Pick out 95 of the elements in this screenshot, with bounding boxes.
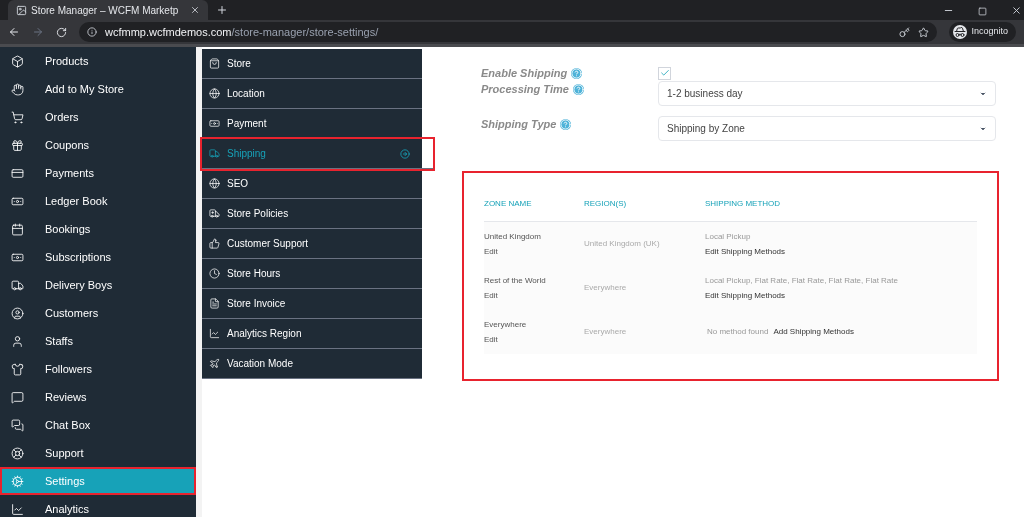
column-header: REGION(S) xyxy=(584,198,628,210)
back-icon[interactable] xyxy=(8,26,20,38)
settings-tab[interactable]: Vacation Mode xyxy=(202,349,422,379)
enable-shipping-checkbox[interactable] xyxy=(658,66,671,80)
sidebar-item[interactable]: Coupons xyxy=(0,131,196,159)
sidebar-item[interactable]: Chat Box xyxy=(0,411,196,439)
sidebar-item[interactable]: Customers xyxy=(0,299,196,327)
zone-name: Rest of the World xyxy=(484,274,547,287)
edit-link[interactable]: Edit xyxy=(484,333,498,346)
gift-icon xyxy=(11,138,24,152)
settings-tab[interactable]: Store Invoice xyxy=(202,289,422,319)
edit-methods-link[interactable]: Edit Shipping Methods xyxy=(705,245,786,258)
settings-icon xyxy=(11,474,24,488)
edit-methods-link[interactable]: Edit Shipping Methods xyxy=(705,289,786,302)
edit-link[interactable]: Edit xyxy=(484,289,498,302)
settings-tab[interactable]: Location xyxy=(202,79,422,109)
sidebar-item[interactable]: Followers xyxy=(0,355,196,383)
truck-icon xyxy=(11,278,24,292)
sidebar-item[interactable]: Analytics xyxy=(0,495,196,517)
lifebuoy-icon xyxy=(11,446,24,460)
truck-icon xyxy=(209,148,220,159)
incognito-icon xyxy=(953,25,968,39)
key-icon[interactable] xyxy=(899,26,911,38)
sidebar-item[interactable]: Add to My Store xyxy=(0,75,196,103)
sidebar-item[interactable]: Delivery Boys xyxy=(0,271,196,299)
column-header: ZONE NAME xyxy=(484,198,533,210)
sidebar-item[interactable]: Staffs xyxy=(0,327,196,355)
add-methods-link[interactable]: Add Shipping Methods xyxy=(773,326,854,338)
zone-name: Everywhere xyxy=(484,318,528,331)
sidebar-item[interactable]: Subscriptions xyxy=(0,243,196,271)
region-cell-text: Everywhere xyxy=(584,326,628,338)
methods-list: Local Pickup, Flat Rate, Flat Rate, Flat Rate, Flat Rate xyxy=(705,274,898,287)
sidebar-item[interactable]: Payments xyxy=(0,159,196,187)
zone-name: United Kingdom xyxy=(484,230,542,243)
methods-list: Local Pickup xyxy=(705,230,751,243)
plane-icon xyxy=(209,358,220,369)
field-label: Processing Time xyxy=(481,81,658,98)
globe-icon xyxy=(209,178,220,189)
settings-tab[interactable]: Customer Support xyxy=(202,229,422,259)
arrow-circle-icon xyxy=(400,148,410,159)
settings-tab[interactable]: Analytics Region xyxy=(202,319,422,349)
credit-card-icon xyxy=(11,166,24,180)
url-text: wcfmmp.wcfmdemos.com/store-manager/store-settings/ xyxy=(105,24,379,40)
tab-title: Store Manager – WCFM Marketp xyxy=(31,3,180,18)
star-icon[interactable] xyxy=(918,26,930,38)
address-bar[interactable]: wcfmmp.wcfmdemos.com/store-manager/store-settings/ xyxy=(79,22,938,42)
ambulance-icon xyxy=(209,208,220,219)
sidebar-item[interactable]: Reviews xyxy=(0,383,196,411)
settings-tab[interactable]: Store Hours xyxy=(202,259,422,289)
shirt-icon xyxy=(11,362,24,376)
cart-icon xyxy=(11,110,24,124)
restore-icon[interactable] xyxy=(978,7,987,16)
edit-link[interactable]: Edit xyxy=(484,245,498,258)
bag-icon xyxy=(209,58,220,69)
sidebar-item[interactable]: Bookings xyxy=(0,215,196,243)
region-cell-text: United Kingdom (UK) xyxy=(584,238,661,250)
banknote-icon xyxy=(209,118,220,129)
profile-chip[interactable]: Incognito xyxy=(949,22,1016,42)
browser-tab[interactable]: Store Manager – WCFM Marketp xyxy=(8,0,208,20)
settings-tab[interactable]: Shipping xyxy=(202,139,433,169)
sidebar-item[interactable]: Support xyxy=(0,439,196,467)
reload-icon[interactable] xyxy=(56,26,67,38)
check-icon xyxy=(659,68,670,78)
settings-tab[interactable]: Payment xyxy=(202,109,422,139)
empty-methods-text: No method found xyxy=(707,326,769,338)
sidebar-item[interactable]: Products xyxy=(0,47,196,75)
user-circle-icon xyxy=(11,306,24,320)
speech-bubble-icon xyxy=(11,390,24,404)
document-icon xyxy=(209,298,220,309)
settings-tab[interactable]: SEO xyxy=(202,169,422,199)
user-icon xyxy=(11,334,24,348)
favicon-icon xyxy=(16,4,27,16)
info-icon xyxy=(87,27,97,37)
globe-icon xyxy=(209,88,220,99)
select-field[interactable]: 1-2 business day xyxy=(658,81,996,106)
close-icon[interactable] xyxy=(190,5,200,15)
select-field[interactable]: Shipping by Zone xyxy=(658,116,996,141)
chat-bubbles-icon xyxy=(11,418,24,432)
close-icon[interactable] xyxy=(1011,5,1022,16)
line-chart-icon xyxy=(209,328,220,339)
line-chart-icon xyxy=(11,502,24,516)
sidebar-item[interactable]: Orders xyxy=(0,103,196,131)
column-header: SHIPPING METHOD xyxy=(705,198,781,210)
field-label: Shipping Type xyxy=(481,116,658,133)
settings-tab[interactable]: Store Policies xyxy=(202,199,422,229)
new-tab-icon[interactable] xyxy=(216,4,228,16)
clock-icon xyxy=(209,268,220,279)
region-cell-text: Everywhere xyxy=(584,282,628,294)
hand-icon xyxy=(11,82,24,96)
calendar-icon xyxy=(11,222,24,236)
settings-tab[interactable]: Store xyxy=(202,49,422,79)
thumbs-up-icon xyxy=(209,238,220,249)
box-icon xyxy=(11,54,24,68)
field-label: Enable Shipping xyxy=(481,64,658,82)
sidebar-item[interactable]: Ledger Book xyxy=(0,187,196,215)
